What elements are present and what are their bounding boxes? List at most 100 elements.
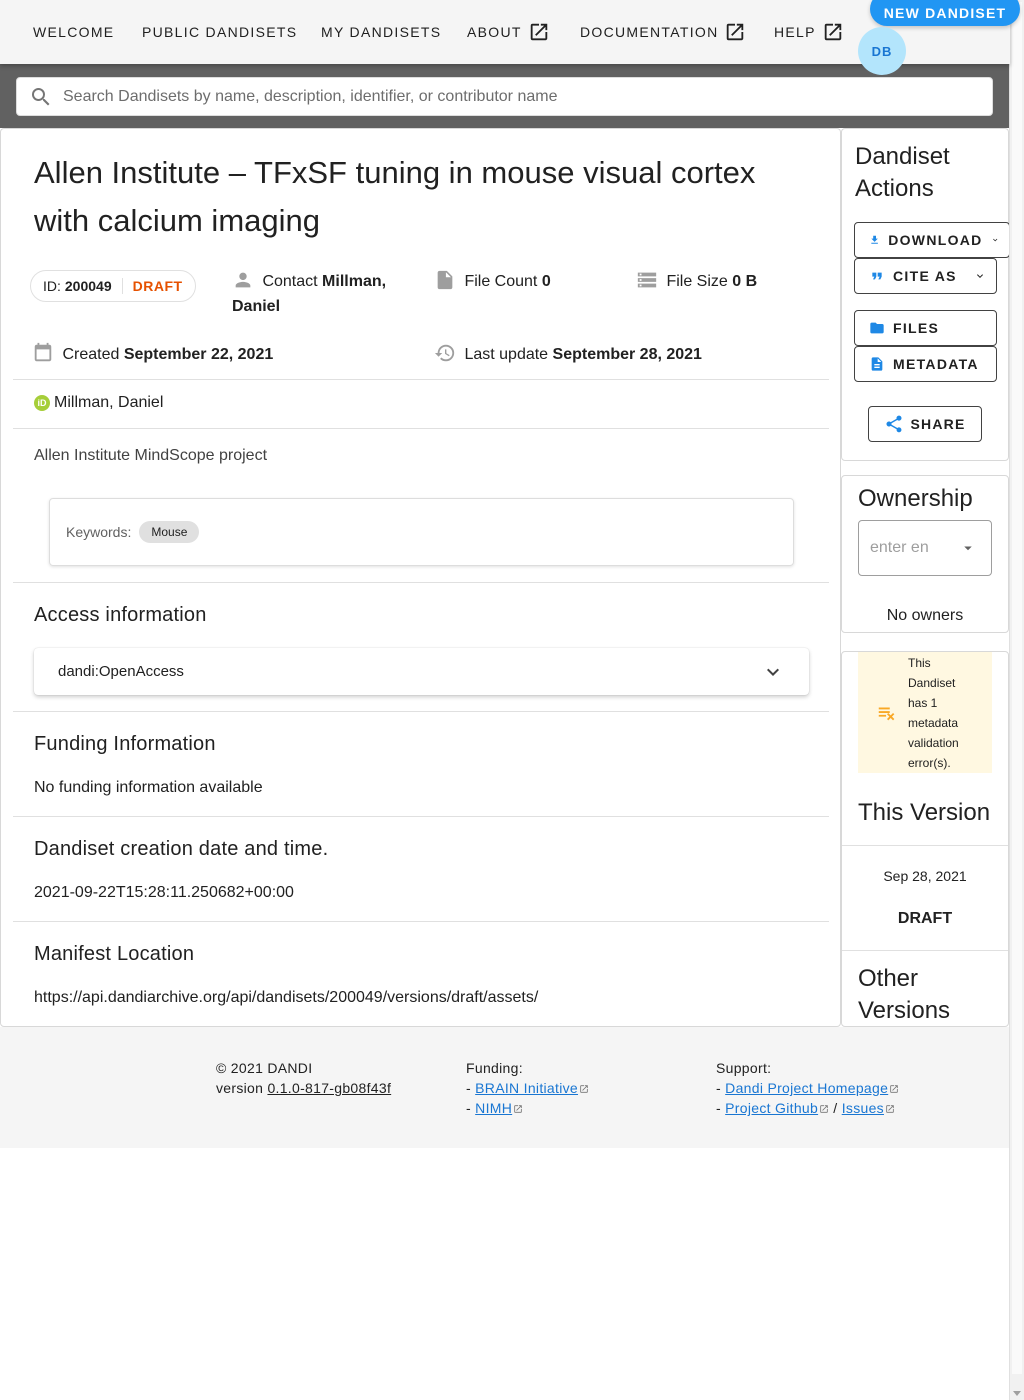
search-input[interactable] (61, 86, 992, 107)
nav-welcome-label: WELCOME (33, 24, 115, 40)
manifest-value: https://api.dandiarchive.org/api/dandise… (34, 989, 539, 1006)
chevron-down-icon (767, 668, 779, 676)
person-icon (235, 272, 251, 288)
issues-link[interactable]: Issues (842, 1100, 884, 1116)
divider (13, 379, 829, 380)
new-dandiset-label: NEW DANDISET (883, 5, 1007, 21)
dandi-homepage-link[interactable]: Dandi Project Homepage (725, 1080, 888, 1096)
project-github-link[interactable]: Project Github (725, 1100, 818, 1116)
footer-dash: - (716, 1100, 721, 1116)
cite-label: CITE AS (893, 268, 957, 284)
metadata-button[interactable]: METADATA (854, 346, 997, 382)
creation-section-title: Dandiset creation date and time. (34, 838, 329, 860)
file-icon (437, 270, 453, 290)
funding-value: No funding information available (34, 779, 263, 796)
nav-my-label: MY DANDISETS (321, 24, 442, 40)
files-button[interactable]: FILES (854, 310, 997, 346)
footer-support-col: Support: - Dandi Project Homepage - Proj… (716, 1058, 899, 1118)
footer-version-col: © 2021 DANDI version 0.1.0-817-gb08f43f (216, 1058, 391, 1098)
nav-about[interactable]: ABOUT (467, 22, 550, 42)
dandiset-id-chip: ID: 200049 DRAFT (30, 270, 196, 302)
download-button[interactable]: DOWNLOAD (854, 222, 1010, 258)
nav-my-dandisets[interactable]: MY DANDISETS (321, 22, 441, 42)
owner-select[interactable]: enter en (858, 520, 992, 576)
version-label[interactable]: DRAFT (842, 910, 1008, 928)
footer-version-label: version (216, 1080, 264, 1096)
id-label: ID: (43, 278, 61, 294)
keyword-chip: Mouse (139, 521, 200, 543)
download-label: DOWNLOAD (888, 232, 983, 248)
validation-message: This Dandiset has 1 metadata validation … (908, 655, 959, 770)
dandiset-title: Allen Institute – TFxSF tuning in mouse … (34, 155, 756, 238)
nav-documentation[interactable]: DOCUMENTATION (580, 22, 746, 42)
share-button[interactable]: SHARE (868, 406, 982, 442)
status-badge: DRAFT (121, 278, 183, 294)
external-link-icon (727, 23, 744, 41)
creation-value: 2021-09-22T15:28:11.250682+00:00 (34, 884, 294, 901)
external-link-icon (886, 1105, 894, 1113)
footer-separator: / (833, 1100, 838, 1116)
top-navigation-bar: WELCOME PUBLIC DANDISETS MY DANDISETS AB… (0, 0, 1020, 75)
search-icon (32, 87, 50, 105)
chevron-down-icon (992, 238, 997, 242)
divider (13, 711, 829, 712)
contributor-row: iD Millman, Daniel (34, 394, 163, 412)
other-versions-title: Other Versions (858, 965, 951, 1024)
file-count-info: File Count 0 (434, 269, 551, 294)
share-label: SHARE (910, 416, 966, 432)
dandiset-actions-card: Dandiset Actions DOWNLOAD CITE AS FILES … (841, 128, 1010, 461)
footer-version-link[interactable]: 0.1.0-817-gb08f43f (267, 1080, 391, 1096)
access-section-title: Access information (34, 604, 207, 626)
divider (842, 845, 1008, 846)
search-strip (0, 64, 1010, 128)
file-count-label: File Count (464, 273, 538, 290)
nav-help[interactable]: HELP (774, 22, 844, 42)
vertical-scrollbar[interactable] (1009, 0, 1024, 1400)
divider (13, 921, 829, 922)
history-icon (434, 344, 455, 362)
divider (13, 582, 829, 583)
no-owners-text: No owners (886, 607, 964, 624)
funding-section-title: Funding Information (34, 733, 216, 755)
external-link-icon (890, 1085, 898, 1093)
divider (13, 428, 829, 429)
scroll-down-arrow-icon[interactable] (1013, 1391, 1021, 1396)
nav-welcome[interactable]: WELCOME (33, 22, 114, 42)
new-dandiset-button[interactable]: NEW DANDISET (870, 0, 1020, 26)
contact-label: Contact (262, 273, 318, 290)
metadata-label: METADATA (893, 356, 979, 372)
validation-warning[interactable]: This Dandiset has 1 metadata validation … (858, 652, 992, 773)
ownership-card: Ownership enter en No owners (841, 475, 1009, 633)
folder-icon (870, 322, 884, 334)
keywords-label: Keywords: (66, 524, 132, 540)
cite-as-button[interactable]: CITE AS (854, 258, 997, 294)
external-link-icon (530, 23, 547, 41)
user-avatar[interactable]: DB (858, 27, 906, 75)
file-count-value: 0 (541, 273, 551, 290)
orcid-icon[interactable]: iD (34, 395, 50, 411)
dandiset-description: Allen Institute MindScope project (34, 447, 268, 464)
nimh-link[interactable]: NIMH (475, 1100, 512, 1116)
updated-value: September 28, 2021 (552, 346, 702, 363)
dropdown-arrow-icon (964, 546, 972, 551)
storage-icon (637, 272, 657, 288)
brain-initiative-link[interactable]: BRAIN Initiative (475, 1080, 578, 1096)
ownership-title: Ownership (858, 485, 973, 512)
keywords-card: Keywords: Mouse (49, 498, 794, 566)
access-expansion-panel[interactable]: dandi:OpenAccess (34, 648, 809, 695)
calendar-icon (34, 342, 52, 362)
access-value: dandi:OpenAccess (58, 663, 184, 680)
created-value: September 22, 2021 (123, 346, 274, 363)
scrollbar-thumb[interactable] (1012, 2, 1022, 1374)
nav-public-label: PUBLIC DANDISETS (142, 24, 298, 40)
created-info: Created September 22, 2021 (32, 342, 273, 367)
this-version-title: This Version (858, 799, 991, 826)
search-field[interactable] (16, 77, 993, 116)
footer-funding-col: Funding: - BRAIN Initiative - NIMH (466, 1058, 589, 1118)
footer-dash: - (716, 1080, 721, 1096)
updated-label: Last update (464, 346, 549, 363)
nav-public-dandisets[interactable]: PUBLIC DANDISETS (142, 22, 297, 42)
manifest-section-title: Manifest Location (34, 943, 195, 965)
version-card: This Dandiset has 1 metadata validation … (841, 651, 1009, 1027)
footer-dash: - (466, 1100, 471, 1116)
